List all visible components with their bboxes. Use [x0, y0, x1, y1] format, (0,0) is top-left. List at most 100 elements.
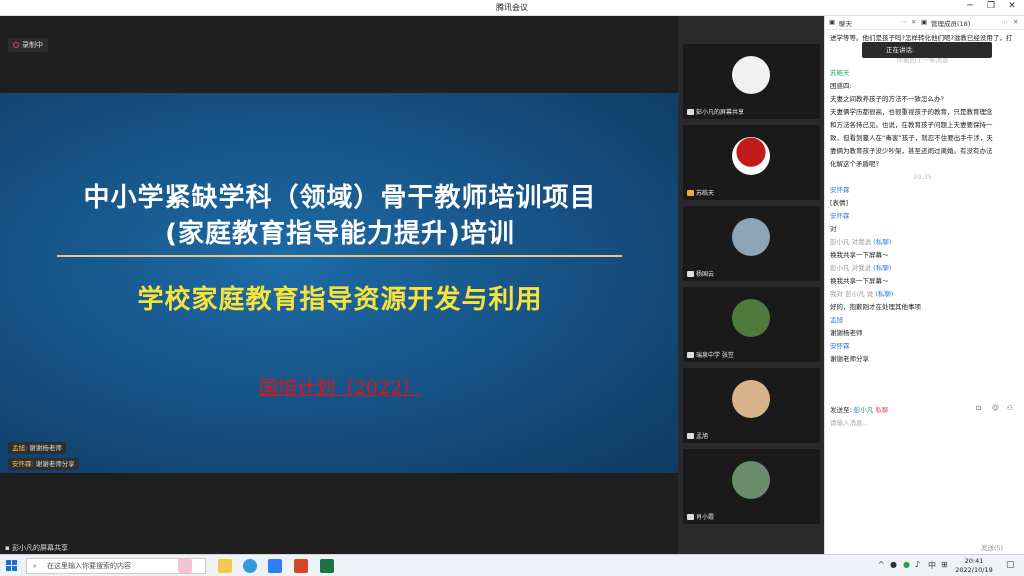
message-text: 夫妻俩学历都很高，也很重视孩子的教育，只是教育理念 — [830, 108, 993, 116]
participant-name: 肖小霞 — [696, 514, 715, 521]
slide-title-line2: (家庭教育指导能力提升)培训 — [165, 219, 515, 249]
participant-avatar — [732, 56, 770, 94]
message-sender: 安怀霖 — [830, 212, 850, 220]
message-text: 对 — [830, 225, 837, 233]
participant-avatar — [732, 218, 770, 256]
record-icon — [13, 42, 19, 48]
participant-name: 瑞泉中学 张笠 — [696, 352, 734, 359]
speaking-indicator: 正在讲话: — [862, 42, 992, 58]
slide-divider — [57, 255, 622, 257]
participant-tile[interactable]: 苏皓天 — [683, 125, 820, 200]
message-sender: 安怀霖 — [830, 342, 850, 350]
file-icon[interactable]: ⊡ — [976, 404, 981, 412]
slide-subtitle: 学校家庭教育指导资源开发与利用 — [137, 285, 543, 315]
mic-icon — [687, 352, 694, 358]
tencent-meeting-icon[interactable] — [268, 559, 282, 573]
close-chat-icon[interactable]: ✕ — [911, 18, 916, 26]
message-timestamp: 20:35 — [913, 173, 932, 181]
notification-icon[interactable]: ▢ — [1006, 560, 1015, 570]
chevron-up-icon[interactable]: ^ — [878, 560, 885, 569]
danmaku-bubble: 孟旭: 谢谢杨老师 — [8, 442, 66, 454]
message-text: 谢谢杨老师 — [830, 329, 863, 337]
bubble-sender: 安怀霖: — [12, 460, 34, 468]
screen-share-label: ▪ 彭小凡的屏幕共享 — [0, 542, 73, 554]
clock-time: 20:41 — [964, 557, 984, 565]
taskbar-clock[interactable]: 20:41 2022/10/19 — [950, 557, 998, 575]
message-sender: 彭小凡 对我说 — [830, 238, 872, 246]
wechat-tray-icon[interactable]: ● — [903, 560, 910, 569]
tab-chat[interactable]: 聊天 — [839, 18, 852, 28]
edge-browser-icon[interactable] — [243, 559, 257, 573]
participant-tile[interactable]: 肖小霞 — [683, 449, 820, 524]
participant-avatar — [732, 461, 770, 499]
more-icon[interactable]: ⋯ — [901, 18, 908, 26]
message-sender: 孟旭 — [830, 316, 843, 324]
message-text: 致，但看到蔓人在“毒害”孩子，就忍不住要出手干涉，夫 — [830, 134, 993, 142]
message-text: 换我共享一下屏幕～ — [830, 277, 889, 285]
participant-name: 孟旭 — [696, 433, 709, 440]
pink-ribbon-icon[interactable] — [178, 559, 192, 573]
participant-avatar — [732, 380, 770, 418]
mic-off-icon — [687, 271, 694, 277]
search-placeholder: 在这里输入你要搜索的内容 — [47, 562, 131, 570]
message-sender: 安怀霖 — [830, 186, 850, 194]
tab-members[interactable]: 管理成员(18) — [931, 18, 970, 28]
close-members-icon[interactable]: ✕ — [1013, 18, 1018, 26]
message-text: 化解这个矛盾呢? — [830, 160, 879, 168]
private-chat-tag: 私聊 — [875, 406, 889, 414]
recording-label: 录制中 — [22, 41, 43, 49]
minimize-icon[interactable]: ─ — [962, 1, 978, 11]
excel-icon[interactable] — [320, 559, 334, 573]
participant-tile[interactable]: 杨国云 — [683, 206, 820, 281]
participant-name: 苏皓天 — [696, 190, 715, 197]
restore-icon[interactable]: ❐ — [983, 1, 999, 11]
danmaku-bubble: 安怀霖: 谢谢老师分享 — [8, 458, 79, 470]
search-icon: ⌕ — [33, 562, 37, 570]
participant-avatar — [732, 137, 770, 175]
volume-icon[interactable]: ♪ — [915, 560, 920, 569]
screen-share-icon — [687, 109, 694, 115]
mic-off-icon — [687, 433, 694, 439]
message-text: 换我共享一下屏幕～ — [830, 251, 889, 259]
send-to-label: 发送至: — [830, 406, 852, 414]
send-button[interactable]: 发送(S) — [981, 542, 1003, 552]
windows-start-icon[interactable] — [6, 560, 17, 571]
slide-footer: 国培计划（2022） — [258, 377, 422, 399]
send-to-select[interactable]: 彭小凡 — [854, 406, 874, 414]
participant-tile[interactable]: 彭小凡的屏幕共享 — [683, 44, 820, 119]
chat-input[interactable]: 请输入消息... — [830, 417, 1020, 537]
private-tag: (私聊) — [875, 290, 894, 298]
participant-tile[interactable]: 瑞泉中学 张笠 — [683, 287, 820, 362]
keyboard-icon[interactable]: ⊞ — [941, 560, 948, 569]
ime-indicator[interactable]: 中 — [928, 560, 936, 571]
window-titlebar: 腾讯会议 ─ ❐ ✕ — [0, 0, 1024, 16]
mic-off-icon — [687, 514, 694, 520]
more-icon[interactable]: ⋯ — [1001, 18, 1008, 26]
chat-tabs: ▣ 聊天 ⋯ ✕ ▣ 管理成员(18) ⋯ ✕ — [825, 16, 1024, 30]
chat-message-list: 进学等等。他们是孩子吗?怎样转化他们呢?滋教已经没用了，打 你撤回了一条消息 苏… — [830, 32, 1015, 366]
participant-tile[interactable]: 孟旭 — [683, 368, 820, 443]
participant-name: 彭小凡的屏幕共享 — [696, 109, 745, 116]
user-settings-icon[interactable]: ⚇ — [1007, 404, 1013, 412]
message-text: 和方法各持己见。也说，在教育孩子问题上夫妻要保持一 — [830, 121, 993, 129]
tab-members-icon: ▣ — [921, 18, 928, 26]
powerpoint-icon[interactable] — [294, 559, 308, 573]
message-text: 困惑四: — [830, 82, 852, 90]
emoji-icon[interactable]: ☺ — [992, 404, 999, 412]
user-icon — [687, 190, 694, 196]
message-text: [表情] — [830, 199, 849, 207]
tab-chat-icon: ▣ — [829, 18, 836, 26]
file-explorer-icon[interactable] — [218, 559, 232, 573]
message-sender: 苏皓天 — [830, 69, 850, 77]
close-icon[interactable]: ✕ — [1004, 1, 1020, 11]
message-text: 妻俩为教育孩子没少吵架，甚至还闹过离婚。有没有办法 — [830, 147, 993, 155]
message-text: 好的，抱歉刚才在处理其他事项 — [830, 303, 921, 311]
window-title: 腾讯会议 — [496, 3, 528, 12]
participant-avatar — [732, 299, 770, 337]
bubble-text: 谢谢杨老师 — [29, 444, 62, 452]
mic-tray-icon[interactable]: ● — [890, 560, 897, 569]
recording-indicator[interactable]: 录制中 — [8, 38, 48, 52]
slide-title-line1: 中小学紧缺学科（领域）骨干教师培训项目 — [83, 183, 597, 213]
private-tag: (私聊) — [873, 264, 892, 272]
message-sender: 我对 彭小凡 说 — [830, 290, 874, 298]
